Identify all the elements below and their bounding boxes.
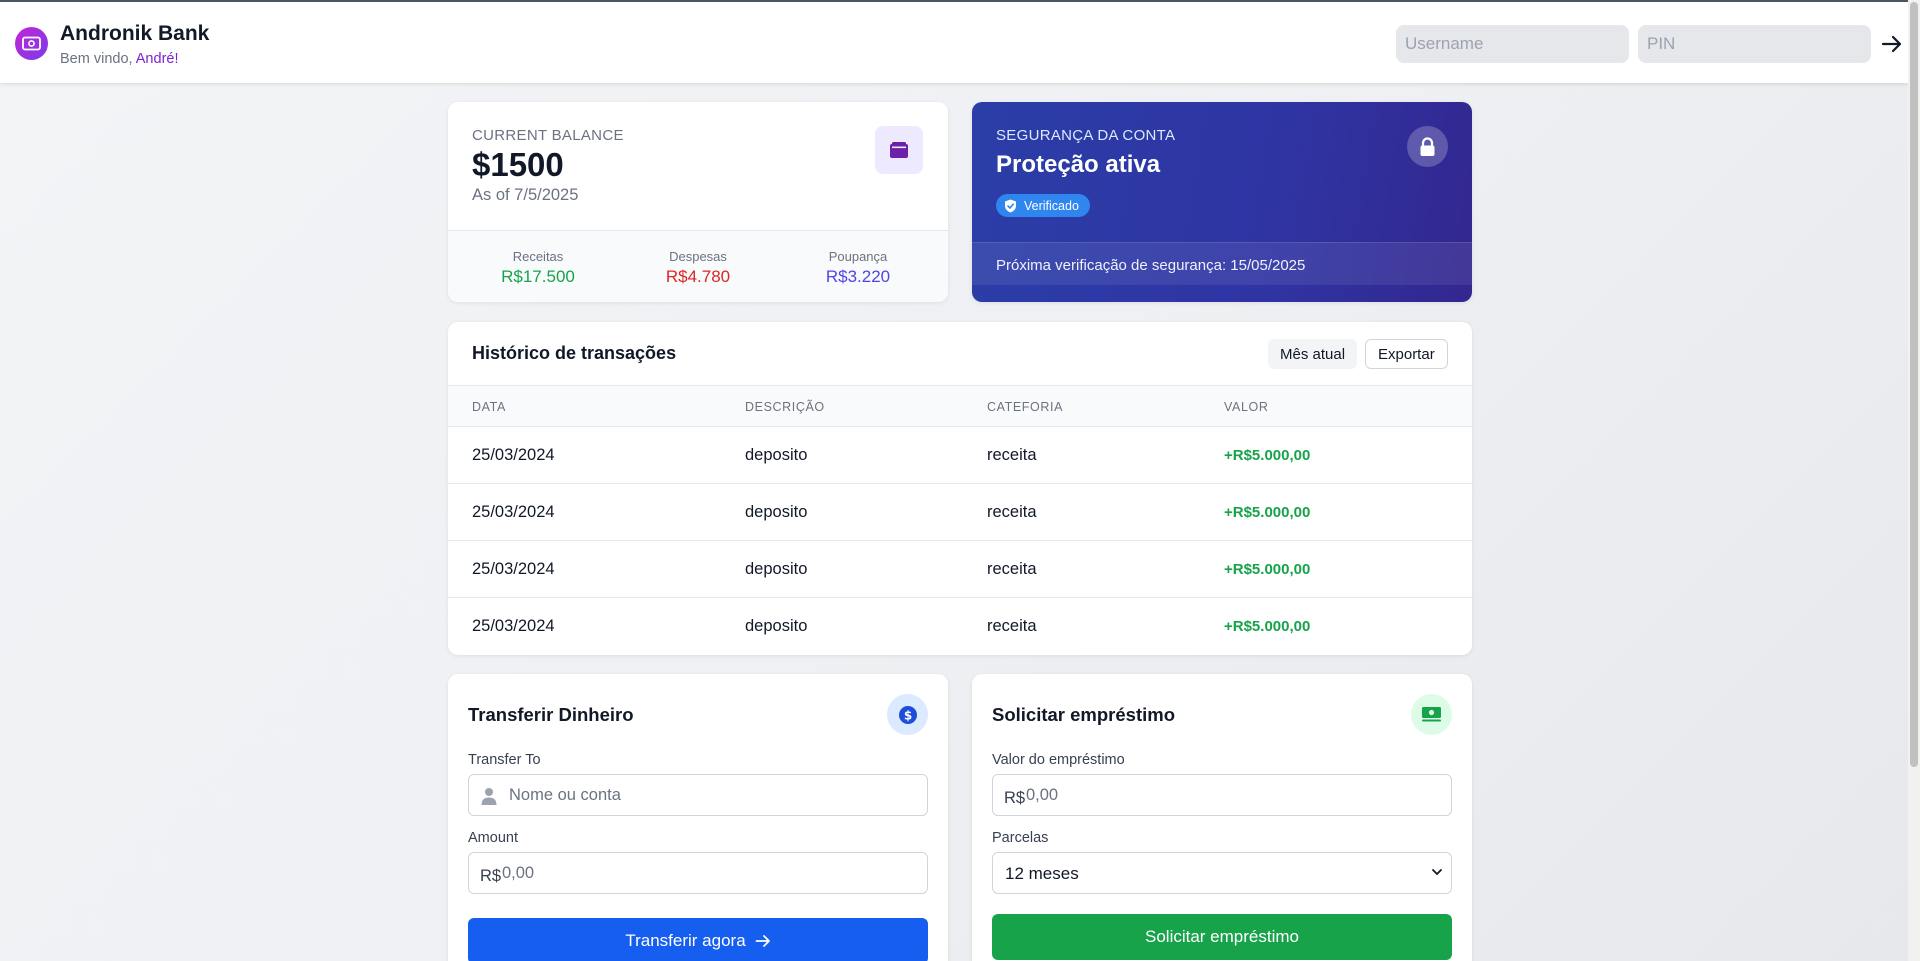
loan-title: Solicitar empréstimo: [992, 704, 1176, 725]
cell-description: deposito: [745, 560, 808, 578]
expenses-label: Despesas: [669, 249, 727, 264]
scrollbar-thumb[interactable]: [1910, 2, 1918, 767]
savings-label: Poupança: [828, 249, 888, 264]
table-row[interactable]: 25/03/2024 deposito receita +R$5.000,00: [448, 427, 1472, 484]
transfer-to-field: [468, 774, 928, 816]
welcome-prefix: Bem vindo,: [60, 51, 136, 67]
cell-description: deposito: [745, 446, 808, 464]
income-value: R$17.500: [501, 267, 575, 286]
top-navbar: Andronik Bank Bem vindo, André!: [0, 0, 1908, 83]
column-header-value: VALOR: [1224, 400, 1269, 414]
cell-category: receita: [987, 503, 1037, 521]
column-header-description: DESCRIÇÃO: [745, 400, 825, 414]
loan-button-label: Solicitar empréstimo: [1145, 927, 1299, 946]
transfer-to-input[interactable]: [509, 775, 919, 815]
welcome-user: André!: [135, 51, 179, 67]
amount-label: Amount: [468, 830, 518, 846]
balance-amount: $1500: [472, 146, 564, 183]
user-icon: [481, 788, 497, 805]
cell-category: receita: [987, 617, 1037, 635]
transfer-title: Transferir Dinheiro: [468, 704, 634, 725]
cell-category: receita: [987, 560, 1037, 578]
expenses-value: R$4.780: [665, 267, 731, 286]
verified-badge: Verificado: [996, 194, 1090, 217]
transfer-button-label: Transferir agora: [625, 931, 746, 950]
cell-description: deposito: [745, 503, 808, 521]
arrow-right-icon: [1881, 35, 1902, 53]
security-next-check: Próxima verificação de segurança: 15/05/…: [972, 242, 1472, 285]
money-bill-icon: [1411, 694, 1452, 735]
savings-stat: Poupança R$3.220: [778, 249, 938, 287]
savings-value: R$3.220: [825, 267, 891, 286]
cell-date: 25/03/2024: [472, 446, 555, 464]
income-stat: Receitas R$17.500: [458, 249, 618, 287]
balance-card: CURRENT BALANCE $1500 As of 7/5/2025 Rec…: [448, 102, 948, 302]
income-label: Receitas: [512, 249, 564, 264]
balance-label: CURRENT BALANCE: [472, 127, 624, 144]
export-button[interactable]: Exportar: [1365, 339, 1448, 369]
chevron-down-icon: [1432, 869, 1442, 875]
current-month-button[interactable]: Mês atual: [1268, 339, 1358, 369]
verified-badge-label: Verificado: [1024, 198, 1079, 213]
arrow-right-icon: [755, 935, 770, 947]
banknote-icon: [15, 27, 48, 60]
cell-date: 25/03/2024: [472, 617, 555, 635]
cell-date: 25/03/2024: [472, 560, 555, 578]
transfer-to-label: Transfer To: [468, 752, 541, 768]
cell-value: +R$5.000,00: [1224, 561, 1311, 578]
cell-description: deposito: [745, 617, 808, 635]
security-card: SEGURANÇA DA CONTA Proteção ativa Verifi…: [972, 102, 1472, 302]
currency-prefix: R$: [1004, 789, 1026, 807]
wallet-icon: [875, 126, 923, 174]
balance-stats: Receitas R$17.500 Despesas R$4.780 Poupa…: [448, 230, 948, 302]
expenses-stat: Despesas R$4.780: [618, 249, 778, 287]
request-loan-button[interactable]: Solicitar empréstimo: [992, 914, 1452, 960]
cell-value: +R$5.000,00: [1224, 447, 1311, 464]
loan-amount-field: R$: [992, 774, 1452, 816]
cell-category: receita: [987, 446, 1037, 464]
login-submit-button[interactable]: [1880, 30, 1904, 58]
transactions-title: Histórico de transações: [472, 343, 677, 363]
cell-value: +R$5.000,00: [1224, 504, 1311, 521]
table-row[interactable]: 25/03/2024 deposito receita +R$5.000,00: [448, 541, 1472, 598]
svg-text:$: $: [903, 708, 911, 722]
cell-date: 25/03/2024: [472, 503, 555, 521]
installments-label: Parcelas: [992, 830, 1049, 846]
lock-icon: [1407, 126, 1448, 167]
brand-name: Andronik Bank: [60, 22, 210, 45]
amount-input[interactable]: [502, 853, 912, 893]
transfer-now-button[interactable]: Transferir agora: [468, 918, 928, 961]
transactions-card: Histórico de transações Mês atual Export…: [448, 322, 1472, 655]
amount-field: R$: [468, 852, 928, 894]
installments-select[interactable]: 12 meses: [992, 852, 1452, 894]
username-input[interactable]: [1396, 25, 1629, 63]
loan-card: Solicitar empréstimo Valor do empréstimo…: [972, 674, 1472, 961]
pin-input[interactable]: [1638, 25, 1871, 63]
balance-date: As of 7/5/2025: [472, 186, 579, 204]
table-header: DATA DESCRIÇÃO CATEFORIA VALOR: [448, 385, 1472, 427]
transfer-card: Transferir Dinheiro $ Transfer To Amount…: [448, 674, 948, 961]
dollar-circle-icon: $: [887, 694, 928, 735]
installments-selected-value: 12 meses: [1005, 864, 1079, 883]
shield-check-icon: [1005, 199, 1016, 212]
column-header-date: DATA: [472, 400, 506, 414]
welcome-message: Bem vindo, André!: [60, 51, 179, 67]
column-header-category: CATEFORIA: [987, 400, 1064, 414]
table-row[interactable]: 25/03/2024 deposito receita +R$5.000,00: [448, 598, 1472, 655]
security-title: Proteção ativa: [996, 151, 1161, 178]
loan-amount-input[interactable]: [1026, 775, 1436, 815]
currency-prefix: R$: [480, 867, 502, 885]
security-label: SEGURANÇA DA CONTA: [996, 127, 1176, 144]
table-row[interactable]: 25/03/2024 deposito receita +R$5.000,00: [448, 484, 1472, 541]
loan-amount-label: Valor do empréstimo: [992, 752, 1125, 768]
cell-value: +R$5.000,00: [1224, 618, 1311, 635]
